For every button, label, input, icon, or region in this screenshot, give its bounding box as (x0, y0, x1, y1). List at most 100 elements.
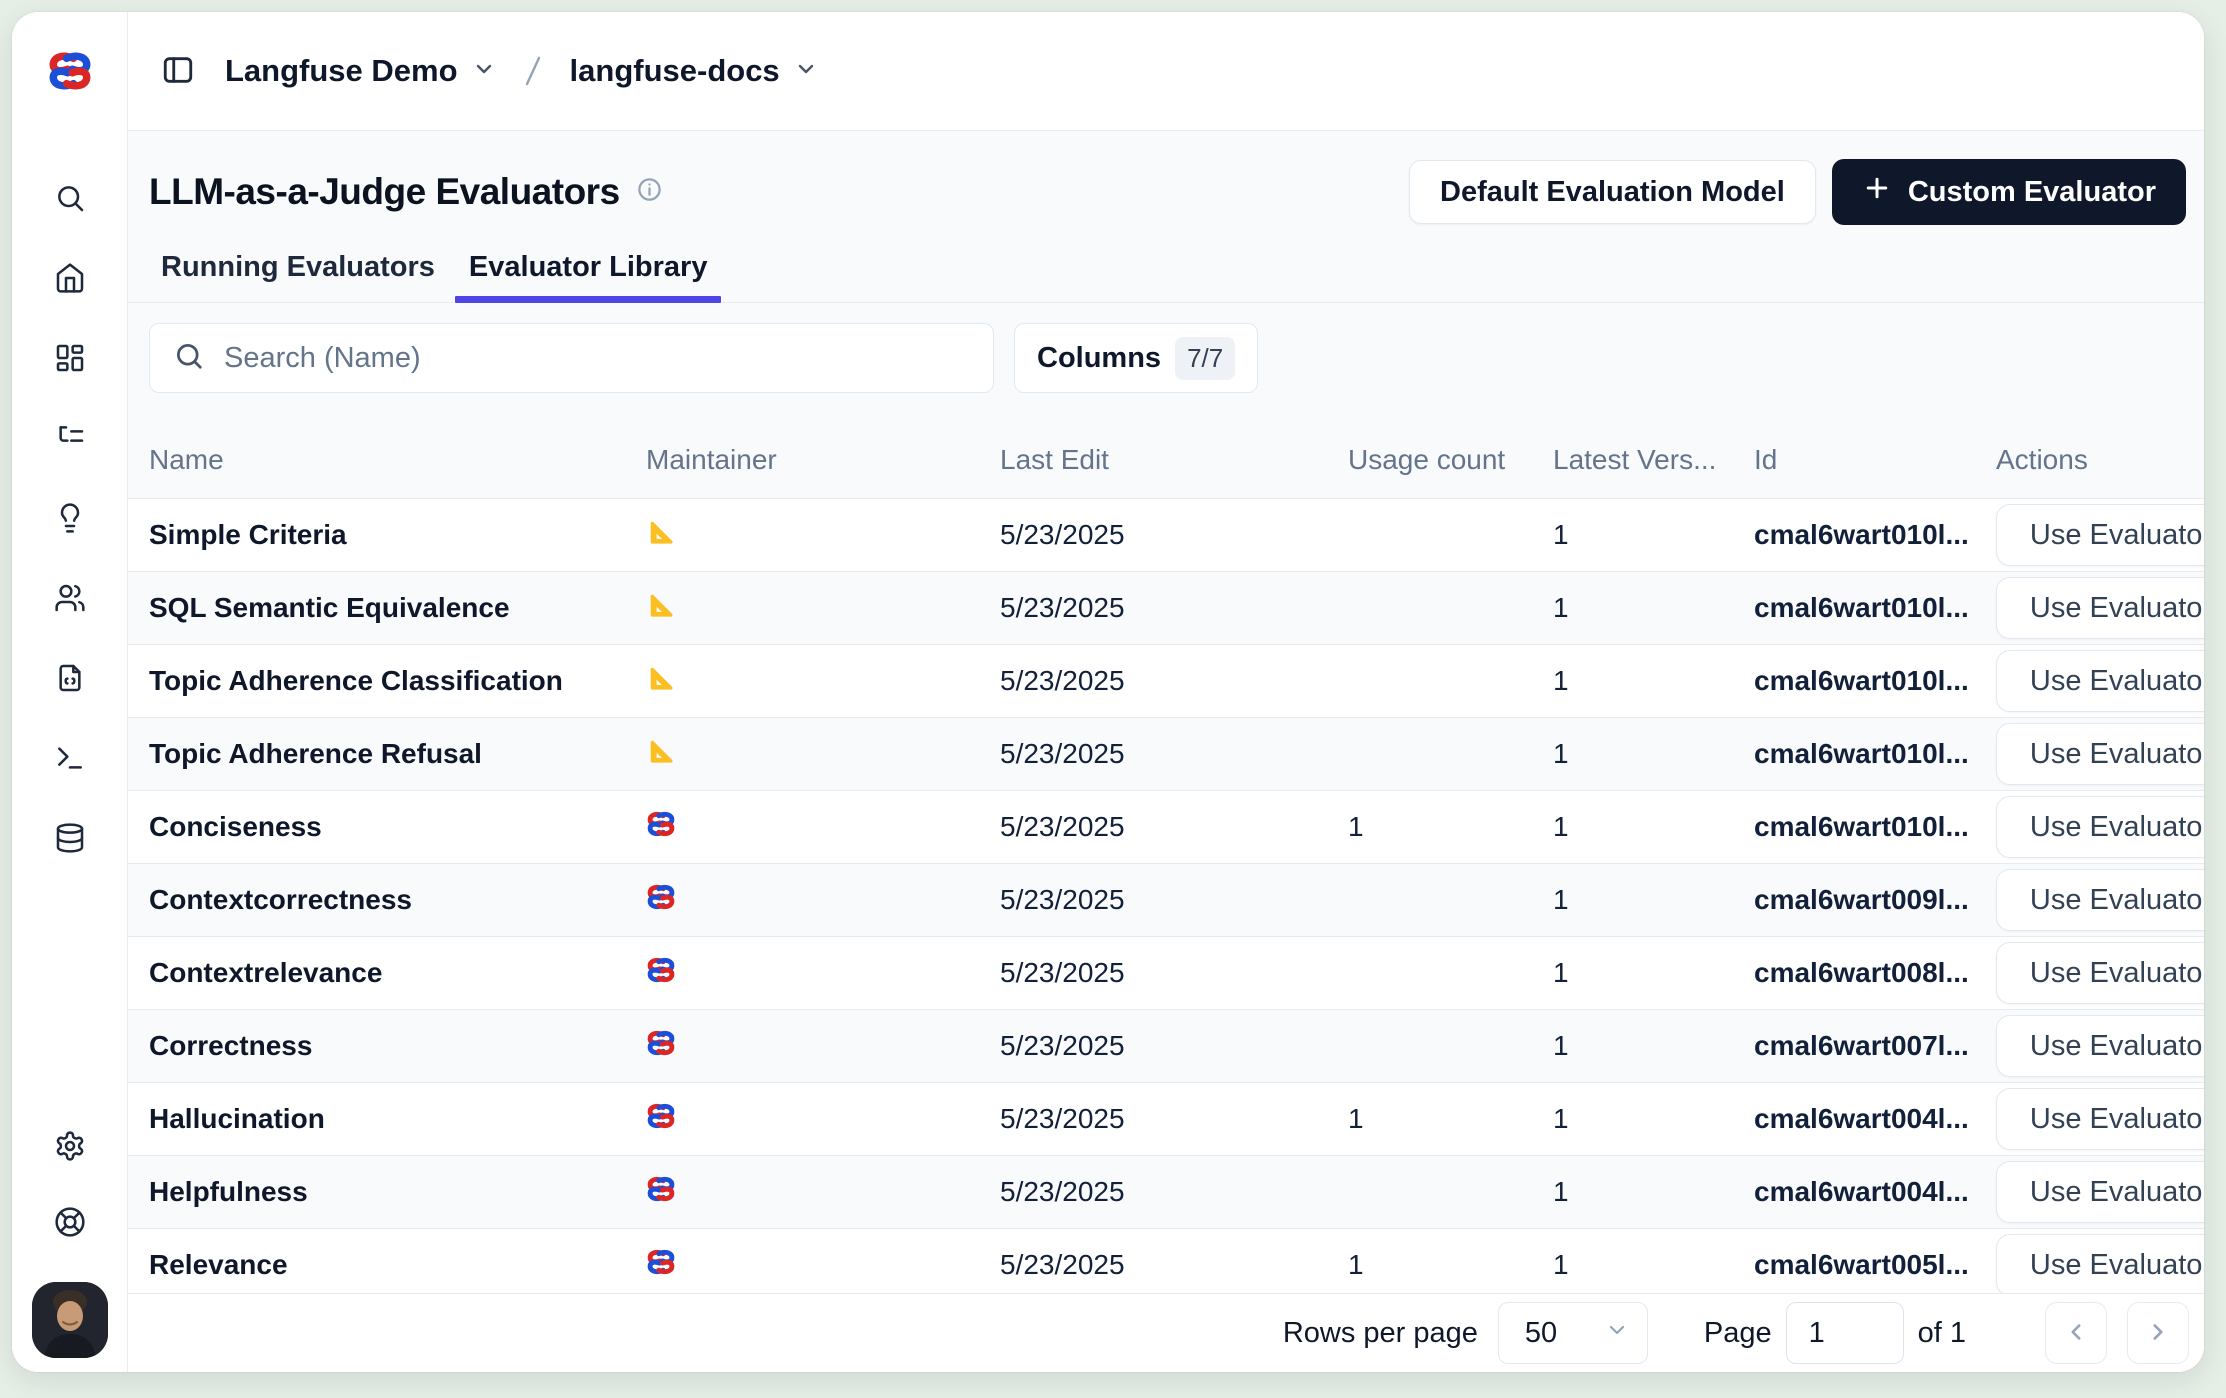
terminal-icon (54, 742, 86, 777)
sidebar-item-support[interactable] (53, 1206, 87, 1240)
latest-version-cell: 1 (1553, 738, 1754, 770)
tab-evaluator-library[interactable]: Evaluator Library (455, 251, 722, 302)
project-selector[interactable]: Langfuse Demo (225, 53, 496, 89)
sidebar-toggle-button[interactable] (161, 53, 195, 90)
last-edit-cell: 5/23/2025 (1000, 1103, 1348, 1135)
use-evaluator-button[interactable]: Use Evaluator (1996, 942, 2204, 1004)
tab-running-evaluators[interactable]: Running Evaluators (147, 251, 449, 302)
use-evaluator-button[interactable]: Use Evaluator (1996, 504, 2204, 566)
default-evaluation-model-button[interactable]: Default Evaluation Model (1409, 160, 1816, 224)
sidebar-item-users[interactable] (53, 582, 87, 616)
sidebar-item-settings[interactable] (53, 1130, 87, 1164)
page-label: Page (1704, 1317, 1772, 1350)
table-row[interactable]: Contextrelevance 5/23/2025 1 cmal6wart00… (128, 937, 2204, 1010)
actions-cell: Use Evaluator (1988, 577, 2204, 639)
table-row[interactable]: Hallucination 5/23/2025 1 1 cmal6wart004… (128, 1083, 2204, 1156)
plus-icon (1862, 173, 1892, 211)
evaluator-id-cell: cmal6wart005l... (1754, 1249, 1988, 1281)
use-evaluator-button[interactable]: Use Evaluator (1996, 723, 2204, 785)
topbar: Langfuse Demo langfuse-docs (128, 12, 2204, 131)
page-content: LLM-as-a-Judge Evaluators Default Evalua… (128, 131, 2204, 1372)
usage-count-cell: 1 (1348, 1249, 1553, 1281)
use-evaluator-button[interactable]: Use Evaluator (1996, 1088, 2204, 1150)
table-row[interactable]: SQL Semantic Equivalence 5/23/2025 1 cma… (128, 572, 2204, 645)
actions-cell: Use Evaluator (1988, 723, 2204, 785)
langfuse-icon (646, 882, 676, 912)
use-evaluator-button[interactable]: Use Evaluator (1996, 577, 2204, 639)
environment-selector[interactable]: langfuse-docs (570, 53, 818, 89)
latest-version-cell: 1 (1553, 811, 1754, 843)
evaluator-name: Simple Criteria (149, 519, 646, 551)
langfuse-icon (646, 1247, 676, 1277)
evaluator-table: NameMaintainerLast EditUsage countLatest… (128, 421, 2204, 1293)
columns-button[interactable]: Columns 7/7 (1014, 323, 1258, 393)
evaluator-name: Helpfulness (149, 1176, 646, 1208)
page-header: LLM-as-a-Judge Evaluators Default Evalua… (149, 159, 2186, 225)
search-box (149, 323, 994, 393)
evaluator-id-cell: cmal6wart007l... (1754, 1030, 1988, 1062)
info-icon[interactable] (636, 176, 663, 208)
sidebar-item-prompts[interactable] (53, 662, 87, 696)
sidebar-item-search[interactable] (53, 182, 87, 216)
evaluator-id-cell: cmal6wart010l... (1754, 665, 1988, 697)
use-evaluator-button[interactable]: Use Evaluator (1996, 1234, 2204, 1293)
evaluator-name: Correctness (149, 1030, 646, 1062)
last-edit-cell: 5/23/2025 (1000, 1176, 1348, 1208)
sidebar (12, 12, 128, 1372)
table-row[interactable]: Topic Adherence Refusal 5/23/2025 1 cmal… (128, 718, 2204, 791)
columns-label: Columns (1037, 342, 1161, 375)
langfuse-icon (646, 1101, 676, 1131)
sidebar-item-datasets[interactable] (53, 822, 87, 856)
table-row[interactable]: Helpfulness 5/23/2025 1 cmal6wart004l...… (128, 1156, 2204, 1229)
desktop-background: Langfuse Demo langfuse-docs LLM-as-a-Jud… (0, 0, 2226, 1398)
column-header: Maintainer (646, 444, 1000, 476)
langfuse-logo-icon (47, 12, 93, 130)
page-number-input[interactable] (1786, 1302, 1904, 1364)
users-icon (54, 582, 86, 617)
chevron-down-icon (794, 53, 818, 89)
last-edit-cell: 5/23/2025 (1000, 1249, 1348, 1281)
actions-cell: Use Evaluator (1988, 1088, 2204, 1150)
table-row[interactable]: Simple Criteria 5/23/2025 1 cmal6wart010… (128, 499, 2204, 572)
sidebar-item-dashboards[interactable] (53, 342, 87, 376)
rows-per-page-select[interactable]: 50 (1498, 1302, 1648, 1364)
actions-cell: Use Evaluator (1988, 504, 2204, 566)
custom-evaluator-label: Custom Evaluator (1908, 176, 2156, 209)
use-evaluator-button[interactable]: Use Evaluator (1996, 650, 2204, 712)
evaluator-id-cell: cmal6wart009l... (1754, 884, 1988, 916)
ragas-icon (646, 736, 676, 766)
maintainer-cell (646, 809, 1000, 846)
table-row[interactable]: Topic Adherence Classification 5/23/2025… (128, 645, 2204, 718)
table-body: Simple Criteria 5/23/2025 1 cmal6wart010… (128, 499, 2204, 1293)
langfuse-icon (646, 1174, 676, 1204)
previous-page-button[interactable] (2045, 1302, 2107, 1364)
custom-evaluator-button[interactable]: Custom Evaluator (1832, 159, 2186, 225)
file-code-icon (54, 662, 86, 697)
table-row[interactable]: Relevance 5/23/2025 1 1 cmal6wart005l...… (128, 1229, 2204, 1293)
sidebar-item-evaluation[interactable] (53, 502, 87, 536)
evaluator-name: Topic Adherence Refusal (149, 738, 646, 770)
use-evaluator-button[interactable]: Use Evaluator (1996, 796, 2204, 858)
next-page-button[interactable] (2127, 1302, 2189, 1364)
table-row[interactable]: Correctness 5/23/2025 1 cmal6wart007l...… (128, 1010, 2204, 1083)
evaluator-name: Contextrelevance (149, 957, 646, 989)
table-row[interactable]: Contextcorrectness 5/23/2025 1 cmal6wart… (128, 864, 2204, 937)
maintainer-cell (646, 1174, 1000, 1211)
maintainer-cell (646, 955, 1000, 992)
search-input[interactable] (222, 341, 969, 376)
last-edit-cell: 5/23/2025 (1000, 884, 1348, 916)
sidebar-item-playground[interactable] (53, 742, 87, 776)
latest-version-cell: 1 (1553, 665, 1754, 697)
trace-tree-icon (54, 422, 86, 457)
user-avatar[interactable] (32, 1282, 108, 1358)
sidebar-item-tracing[interactable] (53, 422, 87, 456)
use-evaluator-button[interactable]: Use Evaluator (1996, 869, 2204, 931)
chevron-down-icon (1605, 1317, 1629, 1350)
app-window: Langfuse Demo langfuse-docs LLM-as-a-Jud… (12, 12, 2204, 1372)
sidebar-item-home[interactable] (53, 262, 87, 296)
search-icon (174, 341, 204, 376)
settings-gear-icon (54, 1130, 86, 1165)
table-row[interactable]: Conciseness 5/23/2025 1 1 cmal6wart010l.… (128, 791, 2204, 864)
use-evaluator-button[interactable]: Use Evaluator (1996, 1015, 2204, 1077)
use-evaluator-button[interactable]: Use Evaluator (1996, 1161, 2204, 1223)
